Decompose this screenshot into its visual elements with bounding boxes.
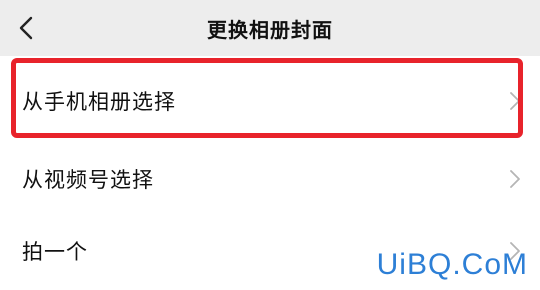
watermark: UiBQ.CoM [376, 248, 528, 281]
option-label: 从手机相册选择 [22, 90, 176, 114]
page-title: 更换相册封面 [207, 17, 333, 42]
chevron-right-icon [508, 90, 522, 112]
option-from-video-channel[interactable]: 从视频号选择 [0, 140, 540, 218]
option-from-phone-album[interactable]: 从手机相册选择 [0, 62, 540, 140]
option-label: 从视频号选择 [22, 168, 154, 192]
navigation-bar: 更换相册封面 [0, 0, 540, 56]
chevron-right-icon [508, 168, 522, 190]
option-label: 拍一个 [22, 240, 88, 264]
